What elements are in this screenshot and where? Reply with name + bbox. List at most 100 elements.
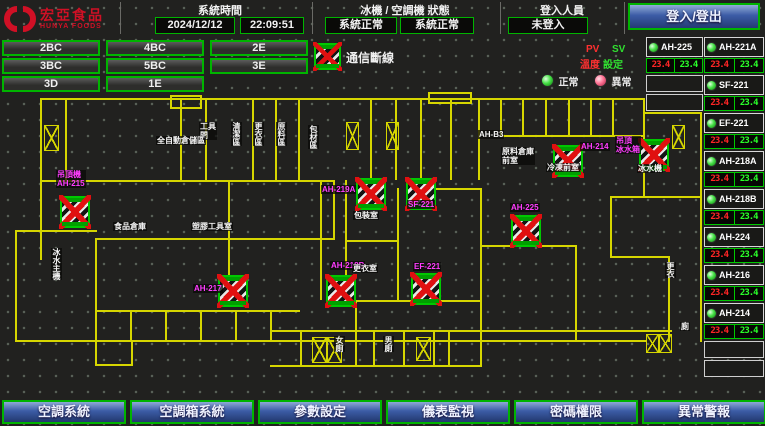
stairs-icon (659, 334, 672, 353)
floor-button-5bc[interactable]: 5BC (106, 58, 204, 74)
floor-button-3d[interactable]: 3D (2, 76, 100, 92)
login-user-label: 登入人員 (512, 2, 612, 16)
status-led-icon (706, 42, 717, 53)
status-led-icon (706, 156, 717, 167)
nav-button-param-settings[interactable]: 參數設定 (258, 400, 382, 424)
sidebar-item-ah-225[interactable]: AH-225 (646, 37, 703, 57)
room-label: 塑膠工具室 (191, 222, 233, 231)
wall (397, 188, 399, 302)
wall (610, 196, 612, 258)
room-label: 包材區 (308, 125, 319, 149)
empty-slot (646, 94, 703, 111)
login-status-value: 未登入 (508, 17, 588, 34)
wall (590, 100, 592, 135)
sidebar-column-b: AH-221A23.423.4SF-22123.423.4EF-22123.42… (704, 37, 764, 379)
nav-button-password-auth[interactable]: 密碼權限 (514, 400, 638, 424)
unit-readings: 23.423.4 (704, 286, 764, 301)
floor-button-4bc[interactable]: 4BC (106, 40, 204, 56)
floor-button-2bc[interactable]: 2BC (2, 40, 100, 56)
wall (610, 256, 670, 258)
wall (15, 230, 17, 342)
comm-loss-x-icon (325, 274, 357, 308)
nav-button-ahu-system[interactable]: 空調箱系統 (130, 400, 254, 424)
room-label: 男廁 (383, 336, 394, 352)
comm-loss-x-icon (355, 177, 387, 211)
equipment-tag-label: SF-221 (407, 200, 435, 209)
sv-value: 23.4 (735, 287, 764, 300)
wall (478, 100, 480, 180)
equipment-tag-label: EF-221 (413, 262, 441, 271)
sidebar-item-sf-221[interactable]: SF-221 (704, 75, 764, 95)
room-label: 更衣室 (352, 264, 378, 273)
wall (700, 112, 702, 342)
wall (40, 98, 42, 260)
floor-button-2e[interactable]: 2E (210, 40, 308, 56)
pv-value: 23.4 (705, 97, 734, 110)
empty-slot (704, 341, 764, 358)
unit-readings: 23.423.4 (704, 248, 764, 263)
hmi-screen: { "header": { "logo_text": "宏亞食品", "logo… (0, 0, 765, 426)
sidebar-item-ah-224[interactable]: AH-224 (704, 227, 764, 247)
ahu-unit-icon[interactable] (553, 145, 583, 177)
sidebar-item-ef-221[interactable]: EF-221 (704, 113, 764, 133)
room-label: 更衣區 (253, 122, 264, 146)
sidebar-item-ah-221a[interactable]: AH-221A (704, 37, 764, 57)
wall (165, 310, 167, 340)
unit-name: AH-216 (719, 270, 750, 280)
equipment-tag-label: AH-225 (510, 203, 540, 212)
stairs-icon (646, 334, 659, 353)
logo-text: 宏亞食品 (40, 8, 104, 23)
ahu-unit-icon[interactable] (356, 178, 386, 210)
unit-name: SF-221 (719, 80, 749, 90)
stairwell-box (95, 340, 133, 366)
machine-status-label: 冰機 / 空調機 狀態 (330, 2, 480, 16)
wall (15, 230, 97, 232)
unit-readings: 23.423.4 (704, 58, 764, 73)
nav-button-meter-monitor[interactable]: 儀表監視 (386, 400, 510, 424)
wall (612, 100, 614, 135)
room-label: 廁 (680, 322, 690, 331)
comm-loss-x-icon (59, 195, 91, 229)
comm-error-label: 通信斷線 (346, 49, 394, 66)
normal-led-icon (541, 74, 554, 87)
nav-button-ac-system[interactable]: 空調系統 (2, 400, 126, 424)
ahu-unit-icon[interactable] (60, 196, 90, 228)
room-label: 清潔區 (231, 122, 242, 146)
unit-name: AH-221A (719, 42, 757, 52)
sidebar-item-ah-218a[interactable]: AH-218A (704, 151, 764, 171)
header-divider (312, 2, 313, 34)
nav-button-alarm[interactable]: 異常警報 (642, 400, 765, 424)
sidebar-item-ah-218b[interactable]: AH-218B (704, 189, 764, 209)
floor-button-3e[interactable]: 3E (210, 58, 308, 74)
chiller-status-value: 系統正常 (325, 17, 397, 34)
stairwell-box (428, 92, 472, 104)
floor-button-3bc[interactable]: 3BC (2, 58, 100, 74)
equipment-tag-label: 吊頂機 AH-215 (56, 170, 86, 188)
ahu-unit-icon[interactable] (511, 215, 541, 247)
floor-button-1e[interactable]: 1E (106, 76, 204, 92)
login-logout-button[interactable]: 登入/登出 (628, 3, 760, 30)
pv-value: 23.4 (705, 325, 734, 338)
sv-value: 23.4 (735, 249, 764, 262)
pv-value: 23.4 (705, 287, 734, 300)
wall (480, 330, 482, 365)
sidebar-item-ah-214[interactable]: AH-214 (704, 303, 764, 323)
room-label: 女廁 (334, 336, 345, 352)
company-logo: 宏亞食品 HUNYA FOODS (4, 2, 118, 35)
unit-name: EF-221 (719, 118, 749, 128)
pv-value: 23.4 (705, 211, 734, 224)
ahu-unit-icon[interactable] (326, 275, 356, 307)
sidebar-item-ah-216[interactable]: AH-216 (704, 265, 764, 285)
ahu-unit-icon[interactable] (411, 273, 441, 305)
header-divider (624, 2, 625, 34)
pv-value: 23.4 (705, 249, 734, 262)
unit-readings: 23.423.4 (704, 96, 764, 111)
wall (370, 100, 372, 180)
status-led-icon (706, 118, 717, 129)
wall (522, 100, 524, 135)
wall (298, 100, 300, 180)
stairs-icon (386, 122, 399, 150)
logo-subtext: HUNYA FOODS (40, 23, 104, 30)
room-label: 原料區 (276, 122, 287, 146)
wall (420, 100, 422, 180)
